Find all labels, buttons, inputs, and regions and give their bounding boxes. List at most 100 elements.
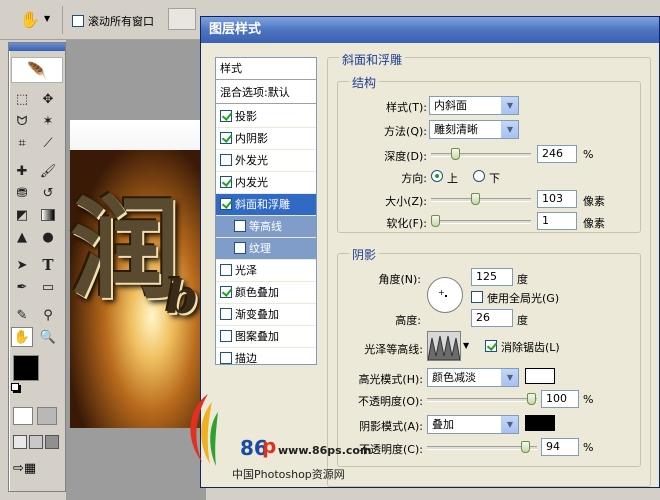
shadow-color-swatch[interactable] bbox=[525, 415, 555, 431]
style-item-checkbox[interactable] bbox=[234, 242, 246, 254]
style-item-5[interactable]: 等高线 bbox=[216, 216, 316, 238]
antialias-label[interactable]: 消除锯齿(L) bbox=[501, 339, 560, 355]
zoom-icon[interactable]: 🔍 bbox=[37, 327, 59, 347]
style-item-checkbox[interactable] bbox=[234, 220, 246, 232]
shadow-opacity-slider[interactable] bbox=[427, 441, 537, 453]
foreground-color-swatch[interactable] bbox=[13, 355, 39, 381]
highlight-mode-select[interactable]: 颜色减淡 ▼ bbox=[427, 368, 519, 387]
style-item-checkbox[interactable] bbox=[220, 110, 232, 122]
brush-icon[interactable]: 🖌 bbox=[37, 161, 59, 181]
chevron-down-icon[interactable]: ▼ bbox=[501, 416, 518, 433]
healing-brush-icon[interactable]: ✚ bbox=[11, 161, 33, 181]
quick-mask-icon[interactable] bbox=[37, 407, 57, 425]
style-item-11[interactable]: 描边 bbox=[216, 348, 316, 370]
chevron-down-icon[interactable]: ▼ bbox=[44, 14, 50, 23]
size-slider-thumb[interactable] bbox=[471, 193, 480, 205]
style-item-10[interactable]: 图案叠加 bbox=[216, 326, 316, 348]
notes-icon[interactable]: ✎ bbox=[11, 305, 33, 325]
chevron-down-icon[interactable]: ▼ bbox=[501, 121, 518, 138]
soften-input[interactable]: 1 bbox=[537, 212, 577, 230]
global-light-label[interactable]: 使用全局光(G) bbox=[487, 290, 559, 306]
blur-icon[interactable]: ▲ bbox=[11, 227, 33, 247]
angle-input[interactable]: 125 bbox=[471, 268, 513, 286]
direction-down-label[interactable]: 下 bbox=[489, 170, 500, 186]
style-item-checkbox[interactable] bbox=[220, 352, 232, 364]
move-icon[interactable]: ✥ bbox=[37, 89, 59, 109]
depth-slider[interactable] bbox=[431, 148, 531, 160]
technique-select[interactable]: 雕刻清晰 ▼ bbox=[429, 120, 519, 139]
shadow-mode-select[interactable]: 叠加 ▼ bbox=[427, 415, 519, 434]
type-icon[interactable]: T bbox=[37, 255, 59, 275]
scroll-all-checkbox[interactable] bbox=[72, 15, 84, 27]
chevron-down-icon[interactable]: ▼ bbox=[501, 369, 518, 386]
feather-logo-icon[interactable]: 🪶 bbox=[11, 57, 63, 83]
global-light-checkbox[interactable] bbox=[471, 291, 483, 303]
crop-icon[interactable]: ⌗ bbox=[11, 133, 33, 153]
magic-wand-icon[interactable]: ✶ bbox=[37, 111, 59, 131]
screen-mode-full-icon[interactable] bbox=[45, 435, 59, 449]
style-list-header[interactable]: 样式 bbox=[216, 58, 316, 80]
highlight-opacity-input[interactable]: 100 bbox=[541, 390, 579, 408]
style-item-checkbox[interactable] bbox=[220, 154, 232, 166]
slice-icon[interactable]: ⟋ bbox=[37, 133, 59, 153]
screen-mode-standard-icon[interactable] bbox=[13, 435, 27, 449]
eraser-icon[interactable]: ◩ bbox=[11, 205, 33, 225]
direction-up-radio[interactable] bbox=[431, 170, 443, 182]
style-item-checkbox[interactable] bbox=[220, 286, 232, 298]
shadow-opacity-thumb[interactable] bbox=[521, 441, 530, 453]
soften-slider[interactable] bbox=[431, 215, 531, 227]
style-item-1[interactable]: 内阴影 bbox=[216, 128, 316, 150]
jump-to-imageready-icon[interactable]: ⇨▦ bbox=[13, 461, 57, 479]
size-input[interactable]: 103 bbox=[537, 190, 577, 208]
actual-pixels-button[interactable] bbox=[168, 8, 196, 30]
style-item-checkbox[interactable] bbox=[220, 264, 232, 276]
altitude-input[interactable]: 26 bbox=[471, 309, 513, 327]
style-item-2[interactable]: 外发光 bbox=[216, 150, 316, 172]
depth-input[interactable]: 246 bbox=[537, 145, 577, 163]
chevron-down-icon[interactable]: ▼ bbox=[463, 341, 469, 350]
marquee-icon[interactable]: ⬚ bbox=[11, 89, 33, 109]
size-slider[interactable] bbox=[431, 193, 531, 205]
style-item-checkbox[interactable] bbox=[220, 198, 232, 210]
style-item-checkbox[interactable] bbox=[220, 308, 232, 320]
style-item-checkbox[interactable] bbox=[220, 176, 232, 188]
style-item-6[interactable]: 纹理 bbox=[216, 238, 316, 260]
style-item-0[interactable]: 投影 bbox=[216, 106, 316, 128]
chevron-down-icon[interactable]: ▼ bbox=[501, 97, 518, 114]
angle-dial[interactable]: + bbox=[427, 277, 463, 313]
style-item-4[interactable]: 斜面和浮雕 bbox=[216, 194, 316, 216]
direction-up-label[interactable]: 上 bbox=[447, 170, 458, 186]
lasso-icon[interactable]: ᗢ bbox=[11, 111, 33, 131]
hand-tool-icon[interactable]: ✋ bbox=[11, 327, 33, 347]
screen-mode-full-menu-icon[interactable] bbox=[29, 435, 43, 449]
direction-down-radio[interactable] bbox=[473, 170, 485, 182]
hand-icon[interactable]: ✋ bbox=[20, 10, 40, 29]
antialias-checkbox[interactable] bbox=[485, 340, 497, 352]
eyedropper-icon[interactable]: ⚲ bbox=[37, 305, 59, 325]
standard-mode-icon[interactable] bbox=[13, 407, 33, 425]
shadow-opacity-input[interactable]: 94 bbox=[541, 438, 579, 456]
clone-stamp-icon[interactable]: ⛃ bbox=[11, 183, 33, 203]
style-item-9[interactable]: 渐变叠加 bbox=[216, 304, 316, 326]
pen-icon[interactable]: ✒ bbox=[11, 277, 33, 297]
path-select-icon[interactable]: ➤ bbox=[11, 255, 33, 275]
highlight-color-swatch[interactable] bbox=[525, 368, 555, 384]
style-item-3[interactable]: 内发光 bbox=[216, 172, 316, 194]
style-item-7[interactable]: 光泽 bbox=[216, 260, 316, 282]
shape-icon[interactable]: ▭ bbox=[37, 277, 59, 297]
dialog-title[interactable]: 图层样式 bbox=[201, 17, 659, 43]
dodge-icon[interactable]: ● bbox=[37, 227, 59, 247]
highlight-opacity-slider[interactable] bbox=[427, 393, 537, 405]
default-colors-icon[interactable] bbox=[11, 383, 19, 391]
soften-slider-thumb[interactable] bbox=[431, 215, 440, 227]
gradient-icon[interactable] bbox=[37, 205, 59, 225]
style-item-checkbox[interactable] bbox=[220, 132, 232, 144]
gloss-contour-preview[interactable] bbox=[427, 331, 461, 361]
highlight-opacity-thumb[interactable] bbox=[527, 393, 536, 405]
style-item-8[interactable]: 颜色叠加 bbox=[216, 282, 316, 304]
blend-options-item[interactable]: 混合选项:默认 bbox=[216, 82, 316, 104]
style-item-checkbox[interactable] bbox=[220, 330, 232, 342]
history-brush-icon[interactable]: ↺ bbox=[37, 183, 59, 203]
style-select[interactable]: 内斜面 ▼ bbox=[429, 96, 519, 115]
depth-slider-thumb[interactable] bbox=[451, 148, 460, 160]
